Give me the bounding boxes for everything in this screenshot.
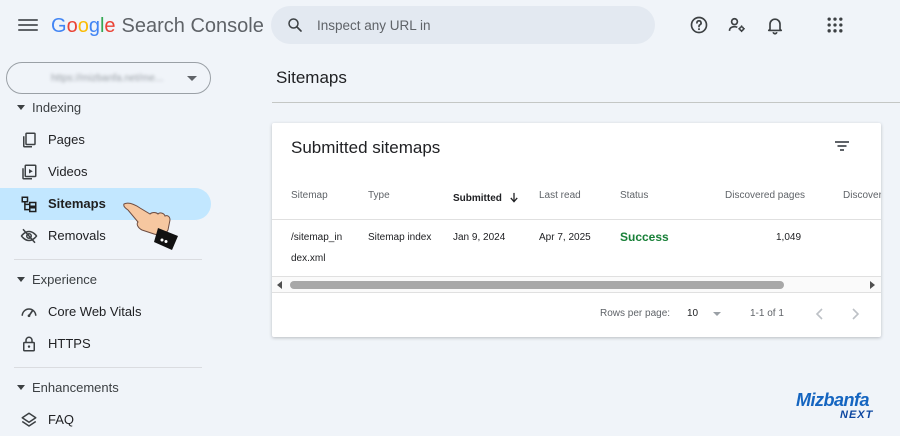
search-input[interactable]: [317, 15, 637, 35]
scrollbar-thumb[interactable]: [290, 281, 784, 289]
previous-page-icon[interactable]: [813, 307, 827, 321]
section-label: Enhancements: [32, 380, 119, 395]
section-label: Indexing: [32, 100, 82, 115]
sidebar-item-videos[interactable]: Videos: [0, 156, 211, 188]
videos-icon: [22, 164, 37, 180]
logo-product-name: Search Console: [121, 15, 264, 37]
table-header-divider: [272, 219, 881, 220]
manage-users-icon[interactable]: [727, 15, 747, 35]
logo-letter: o: [66, 15, 78, 37]
sidebar-divider: [14, 259, 202, 260]
filter-icon[interactable]: [834, 139, 850, 153]
help-icon[interactable]: [689, 15, 709, 35]
sidebar-item-label: Videos: [48, 164, 88, 179]
chevron-down-icon: [187, 76, 197, 81]
speed-icon: [21, 308, 37, 318]
column-header-discovered-pages[interactable]: Discovered pages: [725, 190, 805, 201]
lock-icon: [23, 336, 35, 352]
rows-per-page-select[interactable]: 10: [687, 308, 698, 319]
card-title: Submitted sitemaps: [291, 138, 441, 157]
column-header-last-read[interactable]: Last read: [539, 190, 581, 201]
column-header-submitted[interactable]: Submitted: [453, 190, 518, 204]
column-header-sitemap[interactable]: Sitemap: [291, 190, 328, 201]
watermark-line2: NEXT: [840, 409, 874, 421]
property-selector[interactable]: https://mizbanfa.net/me...: [6, 62, 211, 94]
cell-submitted: Jan 9, 2024: [453, 232, 506, 243]
logo-letter: G: [51, 15, 67, 37]
sidebar-item-label: FAQ: [48, 412, 75, 427]
chevron-down-icon[interactable]: [713, 312, 721, 316]
sidebar-divider: [14, 367, 202, 368]
sidebar-item-label: HTTPS: [48, 336, 91, 351]
watermark-line1: Mizbanfa: [796, 390, 870, 410]
removals-icon: [20, 228, 38, 244]
search-icon: [288, 18, 302, 32]
apps-grid-icon[interactable]: [825, 15, 845, 35]
pointing-hand-icon: [123, 202, 178, 250]
sidebar-item-pages[interactable]: Pages: [0, 124, 211, 156]
collapse-triangle-icon: [17, 105, 25, 110]
page-title: Sitemaps: [276, 68, 347, 87]
sidebar-item-label: Core Web Vitals: [48, 304, 142, 319]
sidebar-item-core-web-vitals[interactable]: Core Web Vitals: [0, 296, 211, 328]
logo-letter: g: [88, 15, 100, 37]
url-inspection-search[interactable]: [271, 6, 655, 44]
submitted-sitemaps-card: Submitted sitemaps Sitemap Type Submitte…: [272, 123, 881, 337]
column-header-status[interactable]: Status: [620, 190, 648, 201]
column-header-type[interactable]: Type: [368, 190, 390, 201]
cell-discovered-pages: 1,049: [776, 232, 802, 243]
property-name: https://mizbanfa.net/me...: [51, 73, 164, 83]
section-experience[interactable]: Experience: [0, 270, 210, 290]
scroll-left-arrow-icon[interactable]: [277, 281, 282, 289]
sitemaps-icon: [21, 196, 37, 213]
app-header: Google Search Console: [0, 0, 900, 52]
scroll-right-arrow-icon[interactable]: [870, 281, 875, 289]
logo-letter: e: [104, 15, 116, 37]
sidebar-item-faq[interactable]: FAQ: [0, 404, 211, 436]
sidebar-item-https[interactable]: HTTPS: [0, 328, 211, 360]
column-header-label: Submitted: [453, 193, 502, 204]
sidebar-item-label: Sitemaps: [48, 196, 106, 211]
layers-icon: [21, 412, 37, 427]
sidebar-item-label: Pages: [48, 132, 85, 147]
app-logo[interactable]: Google Search Console: [51, 14, 264, 38]
cell-type: Sitemap index: [368, 232, 432, 243]
horizontal-scrollbar[interactable]: [272, 276, 881, 293]
menu-icon[interactable]: [18, 16, 38, 36]
section-label: Experience: [32, 272, 98, 287]
column-header-discovered-videos[interactable]: Discover: [843, 190, 881, 201]
notifications-icon[interactable]: [765, 15, 785, 35]
collapse-triangle-icon: [17, 385, 25, 390]
rows-per-page-label: Rows per page:: [600, 308, 671, 319]
section-indexing[interactable]: Indexing: [0, 98, 210, 118]
mizbanfa-watermark-logo: Mizbanfa NEXT: [796, 390, 886, 426]
status-badge: Success: [620, 230, 669, 244]
cell-sitemap-line2: dex.xml: [291, 253, 326, 264]
logo-letter: o: [77, 15, 89, 37]
collapse-triangle-icon: [17, 277, 25, 282]
pages-icon: [23, 132, 36, 148]
section-enhancements[interactable]: Enhancements: [0, 378, 210, 398]
pagination-range: 1-1 of 1: [750, 308, 784, 319]
sidebar-item-label: Removals: [48, 228, 106, 243]
cell-sitemap-line1: /sitemap_in: [291, 232, 343, 243]
cell-last-read: Apr 7, 2025: [539, 232, 591, 243]
sort-arrow-down-icon: [509, 192, 518, 203]
next-page-icon[interactable]: [848, 307, 862, 321]
title-divider: [272, 102, 900, 103]
